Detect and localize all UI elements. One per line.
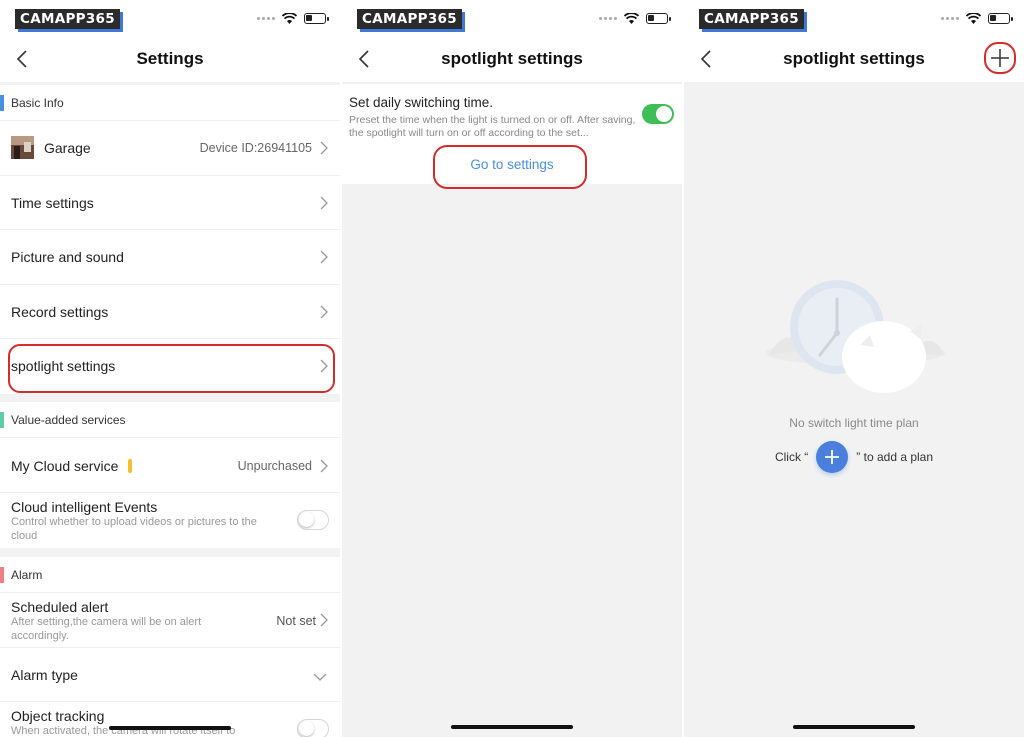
section-label: Value-added services bbox=[11, 413, 126, 427]
brand-watermark: CAMAPP365 bbox=[15, 9, 120, 29]
go-settings-highlight bbox=[433, 145, 587, 189]
section-basic-info: Basic Info bbox=[0, 85, 340, 121]
row-cloud-events: Cloud intelligent Events Control whether… bbox=[0, 493, 340, 548]
add-plan-hint: Click “ ” to add a plan bbox=[684, 440, 1024, 474]
status-bar: CAMAPP365 bbox=[0, 0, 340, 36]
nav-bar: spotlight settings bbox=[684, 36, 1024, 82]
daily-switch-title: Set daily switching time. bbox=[349, 95, 494, 110]
wifi-icon bbox=[624, 13, 639, 24]
signal-icon bbox=[257, 17, 275, 20]
signal-icon bbox=[941, 17, 959, 20]
row-picture-sound[interactable]: Picture and sound bbox=[0, 230, 340, 285]
row-label: Time settings bbox=[11, 195, 94, 211]
chevron-right-icon bbox=[320, 141, 328, 155]
brand-watermark: CAMAPP365 bbox=[357, 9, 462, 29]
home-indicator bbox=[109, 726, 231, 730]
row-time-settings[interactable]: Time settings bbox=[0, 176, 340, 230]
section-label: Alarm bbox=[11, 568, 43, 582]
nav-bar: Settings bbox=[0, 36, 340, 82]
row-record-settings[interactable]: Record settings bbox=[0, 285, 340, 339]
home-indicator bbox=[451, 725, 573, 729]
chevron-right-icon bbox=[320, 305, 328, 319]
brand-watermark: CAMAPP365 bbox=[699, 9, 804, 29]
row-label: Alarm type bbox=[11, 667, 78, 683]
row-label: My Cloud service bbox=[11, 458, 119, 474]
device-id: Device ID:26941105 bbox=[199, 141, 312, 155]
plus-icon bbox=[991, 49, 1009, 67]
wifi-icon bbox=[966, 13, 981, 24]
spotlight-highlight bbox=[8, 344, 335, 393]
chevron-right-icon bbox=[320, 196, 328, 210]
chevron-down-icon bbox=[313, 673, 327, 681]
row-label: Cloud intelligent Events bbox=[11, 499, 158, 515]
battery-icon bbox=[304, 13, 329, 24]
chevron-right-icon bbox=[320, 459, 328, 473]
status-bar: CAMAPP365 bbox=[684, 0, 1024, 36]
empty-state-text: No switch light time plan bbox=[789, 416, 919, 430]
row-desc: After setting,the camera will be on aler… bbox=[11, 616, 202, 642]
empty-clock-illustration bbox=[765, 280, 945, 393]
row-label: Record settings bbox=[11, 304, 109, 320]
device-name: Garage bbox=[44, 140, 91, 156]
status-bar: CAMAPP365 bbox=[342, 0, 682, 36]
section-label: Basic Info bbox=[11, 96, 64, 110]
hint-suffix: ” to add a plan bbox=[856, 450, 934, 464]
device-thumbnail bbox=[11, 136, 34, 159]
chevron-right-icon bbox=[320, 250, 328, 264]
row-scheduled-alert[interactable]: Scheduled alert After setting,the camera… bbox=[0, 593, 340, 648]
page-title: spotlight settings bbox=[783, 49, 925, 68]
settings-screen: CAMAPP365 Settings Basic Info Garage Dev… bbox=[0, 0, 340, 737]
signal-icon bbox=[599, 17, 617, 20]
plus-icon bbox=[825, 450, 840, 464]
row-label: Object tracking bbox=[11, 708, 105, 724]
home-indicator bbox=[793, 725, 915, 729]
hint-prefix: Click “ bbox=[774, 450, 809, 464]
battery-icon bbox=[988, 13, 1013, 24]
page-title: Settings bbox=[136, 49, 204, 68]
nav-bar: spotlight settings bbox=[342, 36, 682, 82]
battery-icon bbox=[646, 13, 671, 24]
page-title: spotlight settings bbox=[441, 49, 583, 68]
chevron-right-icon bbox=[320, 613, 328, 627]
daily-switch-desc: Preset the time when the light is turned… bbox=[349, 114, 636, 139]
spotlight-settings-screen: CAMAPP365 spotlight settings Set daily s… bbox=[342, 0, 682, 737]
row-label: Picture and sound bbox=[11, 249, 124, 265]
row-object-tracking: Object tracking When activated, the came… bbox=[0, 702, 340, 737]
row-label: Scheduled alert bbox=[11, 599, 109, 615]
daily-switch-toggle[interactable] bbox=[642, 104, 674, 124]
object-tracking-toggle[interactable] bbox=[297, 719, 329, 737]
section-alarm: Alarm bbox=[0, 557, 340, 593]
cloud-status: Unpurchased bbox=[237, 459, 312, 473]
cloud-events-toggle[interactable] bbox=[297, 510, 329, 530]
spotlight-plan-screen: CAMAPP365 spotlight settings No switch l… bbox=[684, 0, 1024, 737]
section-value-added: Value-added services bbox=[0, 402, 340, 438]
vip-badge-icon bbox=[128, 459, 132, 473]
scheduled-value: Not set bbox=[276, 614, 316, 628]
row-cloud-service[interactable]: My Cloud service Unpurchased bbox=[0, 438, 340, 493]
row-alarm-type[interactable]: Alarm type bbox=[0, 648, 340, 702]
row-desc: Control whether to upload videos or pict… bbox=[11, 516, 257, 542]
add-plan-inline-button[interactable] bbox=[816, 441, 849, 473]
add-plan-button[interactable] bbox=[984, 42, 1016, 74]
device-row[interactable]: Garage Device ID:26941105 bbox=[0, 121, 340, 176]
wifi-icon bbox=[282, 13, 297, 24]
